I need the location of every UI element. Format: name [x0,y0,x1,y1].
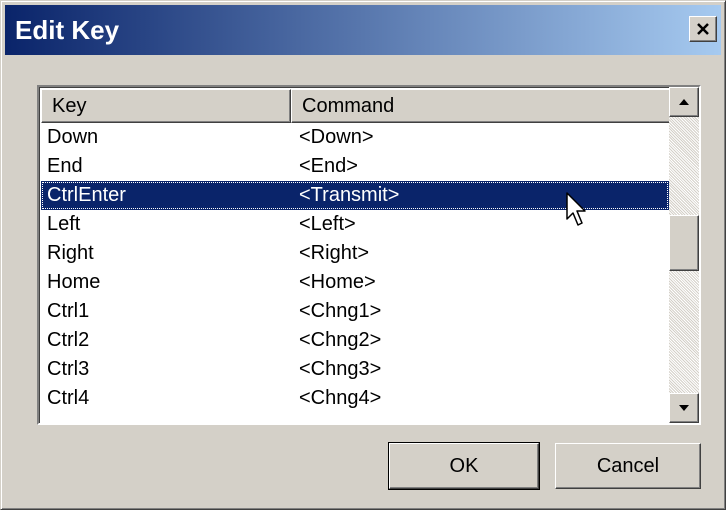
column-header-key[interactable]: Key [41,89,291,123]
key-cell: Down [47,126,99,148]
column-header-command[interactable]: Command [291,89,671,123]
scroll-up-button[interactable] [669,87,699,117]
edit-key-dialog: Edit Key Key Command Down <Down> End <En… [0,0,726,510]
scroll-down-button[interactable] [669,393,699,423]
list-row[interactable]: Ctrl2 <Chng2> [41,326,669,355]
command-cell: <Left> [299,213,356,235]
dialog-title: Edit Key [15,15,120,45]
list-row[interactable]: Ctrl1 <Chng1> [41,297,669,326]
mouse-pointer-icon [566,192,586,226]
key-cell: Ctrl1 [47,300,90,322]
command-cell: <Chng3> [299,358,382,380]
command-cell: <Transmit> [299,184,400,206]
list-row[interactable]: Home <Home> [41,268,669,297]
list-row[interactable]: Ctrl4 <Chng4> [41,384,669,413]
list-rows: Down <Down> End <End> CtrlEnter <Transmi… [41,123,669,413]
command-cell: <Down> [299,126,374,148]
command-cell: <Chng2> [299,329,382,351]
cancel-button[interactable]: Cancel [555,443,701,489]
list-row[interactable]: End <End> [41,152,669,181]
close-icon [697,23,709,35]
scrollbar-thumb[interactable] [669,215,699,271]
key-cell: End [47,155,83,177]
key-cell: Right [47,242,94,264]
command-cell: <End> [299,155,358,177]
list-row[interactable]: Ctrl3 <Chng3> [41,355,669,384]
key-cell: Home [47,271,101,293]
command-cell: <Right> [299,242,370,264]
scroll-up-arrow-icon [679,99,689,105]
list-row[interactable]: Right <Right> [41,239,669,268]
vertical-scrollbar[interactable] [669,87,699,423]
scroll-down-arrow-icon [679,405,689,411]
command-cell: <Home> [299,271,376,293]
list-row[interactable]: Down <Down> [41,123,669,152]
ok-button[interactable]: OK [388,442,540,490]
command-cell: <Chng4> [299,387,382,409]
command-cell: <Chng1> [299,300,382,322]
key-command-list[interactable]: Key Command Down <Down> End <End> CtrlEn… [37,85,701,425]
key-cell: Ctrl2 [47,329,90,351]
key-cell: Ctrl3 [47,358,90,380]
key-cell: CtrlEnter [47,184,126,206]
title-bar[interactable]: Edit Key [5,5,721,55]
close-button[interactable] [689,16,717,42]
list-header: Key Command [41,89,671,123]
key-cell: Left [47,213,81,235]
key-cell: Ctrl4 [47,387,90,409]
